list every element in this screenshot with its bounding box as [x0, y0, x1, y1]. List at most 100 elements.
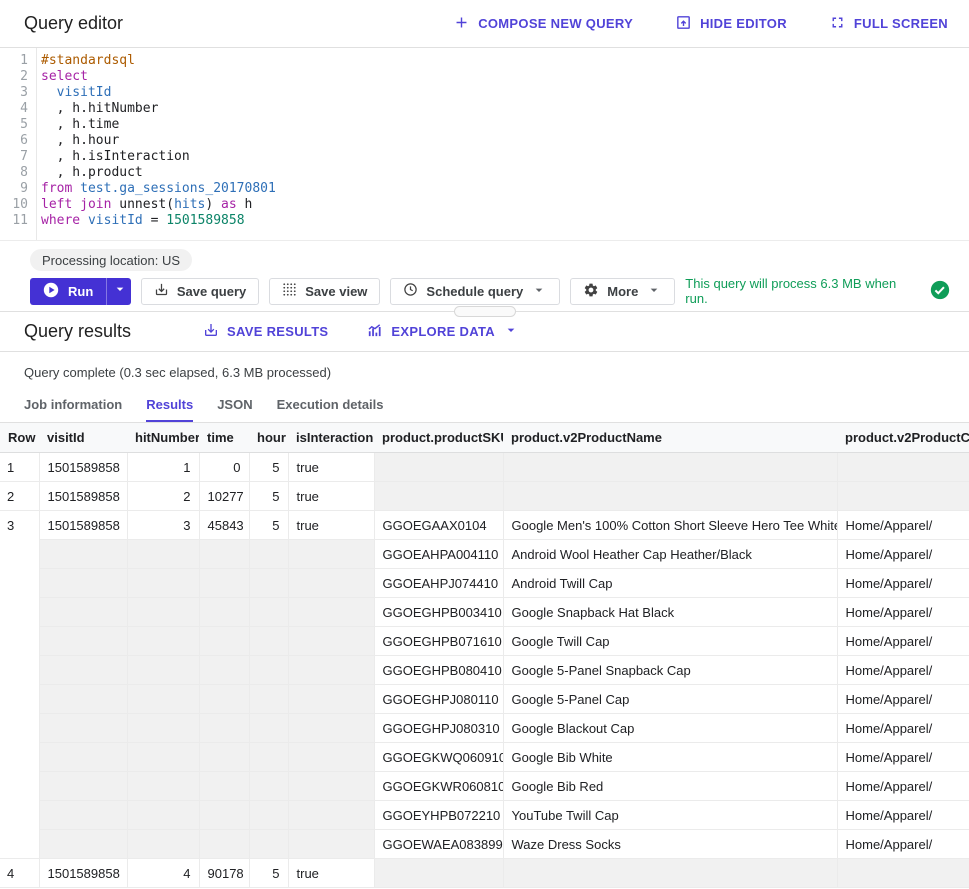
- cell-isinteraction: [288, 714, 374, 743]
- cell-product-sku: GGOEYHPB072210: [374, 801, 503, 830]
- table-subrow: GGOEAHPA004110Android Wool Heather Cap H…: [0, 540, 969, 569]
- compose-new-query-button[interactable]: COMPOSE NEW QUERY: [453, 14, 633, 34]
- cell-visitid: 1501589858: [39, 859, 127, 888]
- cell-visitid: [39, 830, 127, 859]
- more-button[interactable]: More: [570, 278, 675, 305]
- download-icon: [203, 322, 219, 341]
- cell-visitid: [39, 569, 127, 598]
- table-row: 11501589858105true: [0, 453, 969, 482]
- cell-visitid: [39, 685, 127, 714]
- line-number: 4: [0, 101, 28, 117]
- run-button[interactable]: Run: [30, 278, 131, 305]
- column-header: visitId: [39, 423, 127, 453]
- cell-hitnumber: [127, 801, 199, 830]
- full-screen-button[interactable]: FULL SCREEN: [829, 14, 948, 34]
- cell-hour: [249, 540, 288, 569]
- cell-hitnumber: [127, 685, 199, 714]
- cell-hour: [249, 569, 288, 598]
- tab-results[interactable]: Results: [134, 389, 205, 422]
- cell-isinteraction: [288, 743, 374, 772]
- cell-isinteraction: [288, 772, 374, 801]
- save-query-button[interactable]: Save query: [141, 278, 259, 305]
- table-subrow: GGOEGHPJ080110Google 5-Panel CapHome/App…: [0, 685, 969, 714]
- code-line: , h.product: [41, 165, 969, 181]
- page-title: Query editor: [24, 13, 123, 34]
- run-options-dropdown[interactable]: [106, 278, 131, 305]
- tab-execution-details[interactable]: Execution details: [265, 389, 396, 422]
- cell-time: [199, 772, 249, 801]
- cell-isinteraction: [288, 685, 374, 714]
- cell-product-name: Google Men's 100% Cotton Short Sleeve He…: [503, 511, 837, 540]
- cell-visitid: 1501589858: [39, 453, 127, 482]
- tab-json[interactable]: JSON: [205, 389, 264, 422]
- line-number: 7: [0, 149, 28, 165]
- editor-code[interactable]: #standardsqlselect visitId , h.hitNumber…: [37, 48, 969, 240]
- cell-product-sku: GGOEWAEA083899: [374, 830, 503, 859]
- cell-product-category: Home/Apparel/: [837, 511, 969, 540]
- cell-product-sku: GGOEGHPJ080110: [374, 685, 503, 714]
- cell-product-sku: [374, 482, 503, 511]
- column-header: hour: [249, 423, 288, 453]
- cell-isinteraction: true: [288, 511, 374, 540]
- cell-hitnumber: [127, 569, 199, 598]
- cell-time: 90178: [199, 859, 249, 888]
- cell-product-sku: GGOEGHPB071610: [374, 627, 503, 656]
- processing-location-chip: Processing location: US: [30, 249, 192, 271]
- cell-time: [199, 801, 249, 830]
- editor-gutter: 1234567891011: [0, 48, 37, 240]
- save-view-button[interactable]: Save view: [269, 278, 380, 305]
- code-line: select: [41, 69, 969, 85]
- save-results-button[interactable]: SAVE RESULTS: [203, 322, 328, 341]
- cell-row-number: 2: [0, 482, 39, 511]
- code-line: #standardsql: [41, 53, 969, 69]
- cell-time: 10277: [199, 482, 249, 511]
- cell-isinteraction: [288, 598, 374, 627]
- caret-down-icon: [503, 322, 519, 341]
- cell-time: [199, 714, 249, 743]
- line-number: 10: [0, 197, 28, 213]
- caret-down-icon: [531, 282, 547, 301]
- cell-product-sku: GGOEGKWR060810: [374, 772, 503, 801]
- chart-icon: [366, 322, 383, 342]
- code-line: left join unnest(hits) as h: [41, 197, 969, 213]
- cell-isinteraction: [288, 627, 374, 656]
- schedule-query-button[interactable]: Schedule query: [390, 278, 560, 305]
- cell-product-sku: GGOEGAAX0104: [374, 511, 503, 540]
- cell-isinteraction: true: [288, 482, 374, 511]
- cell-hitnumber: [127, 714, 199, 743]
- cell-time: [199, 569, 249, 598]
- cell-product-name: Google 5-Panel Snapback Cap: [503, 656, 837, 685]
- table-subrow: GGOEWAEA083899Waze Dress SocksHome/Appar…: [0, 830, 969, 859]
- check-circle-icon: [929, 279, 951, 304]
- line-number: 2: [0, 69, 28, 85]
- cell-product-name: Google Twill Cap: [503, 627, 837, 656]
- splitter-drag-handle[interactable]: [454, 306, 516, 317]
- cell-product-name: [503, 453, 837, 482]
- sql-editor[interactable]: 1234567891011 #standardsqlselect visitId…: [0, 48, 969, 241]
- table-subrow: GGOEYHPB072210YouTube Twill CapHome/Appa…: [0, 801, 969, 830]
- cell-isinteraction: [288, 540, 374, 569]
- tab-job-information[interactable]: Job information: [12, 389, 134, 422]
- cell-visitid: [39, 540, 127, 569]
- hide-editor-button[interactable]: HIDE EDITOR: [675, 14, 787, 34]
- code-line: , h.hitNumber: [41, 101, 969, 117]
- results-table-container: RowvisitIdhitNumbertimehourisInteraction…: [0, 422, 969, 888]
- code-line: , h.isInteraction: [41, 149, 969, 165]
- cell-time: [199, 540, 249, 569]
- explore-data-button[interactable]: EXPLORE DATA: [366, 322, 519, 342]
- cell-product-sku: GGOEGHPJ080310: [374, 714, 503, 743]
- table-subrow: GGOEGHPB071610Google Twill CapHome/Appar…: [0, 627, 969, 656]
- cell-hitnumber: [127, 743, 199, 772]
- gear-icon: [583, 282, 599, 301]
- cell-product-sku: GGOEGKWQ060910: [374, 743, 503, 772]
- cell-isinteraction: [288, 830, 374, 859]
- fullscreen-icon: [829, 14, 846, 34]
- cell-product-name: [503, 482, 837, 511]
- cell-isinteraction: true: [288, 859, 374, 888]
- cell-product-name: Google Bib Red: [503, 772, 837, 801]
- cell-hour: [249, 743, 288, 772]
- cell-hitnumber: 1: [127, 453, 199, 482]
- cell-product-name: YouTube Twill Cap: [503, 801, 837, 830]
- cell-product-sku: GGOEAHPJ074410: [374, 569, 503, 598]
- plus-icon: [453, 14, 470, 34]
